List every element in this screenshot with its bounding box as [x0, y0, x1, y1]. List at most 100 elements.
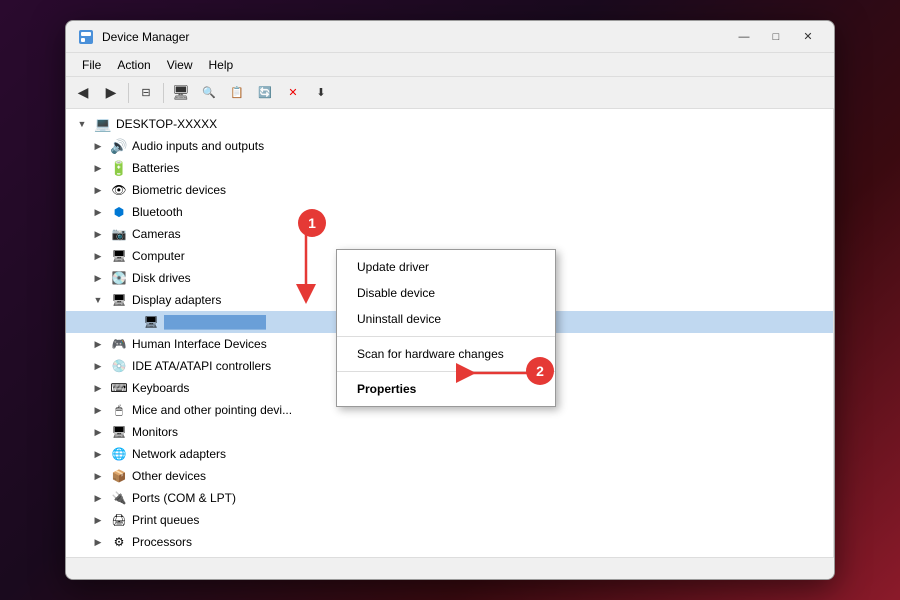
mice-expand-icon: ▶ [90, 402, 106, 418]
disk-label: Disk drives [132, 271, 191, 285]
maximize-button[interactable]: □ [762, 27, 790, 47]
other-icon: 📦 [110, 467, 128, 485]
display-label: Display adapters [132, 293, 221, 307]
processors-icon: ⚙ [110, 533, 128, 551]
tree-root[interactable]: ▼ 💻 DESKTOP-XXXXX [66, 113, 833, 135]
print-icon: 🖨 [110, 511, 128, 529]
security-expand-icon: ▶ [90, 556, 106, 557]
display-child-label: ████████████ [164, 315, 266, 329]
display-icon: 🖥 [110, 291, 128, 309]
ports-label: Ports (COM & LPT) [132, 491, 236, 505]
mice-label: Mice and other pointing devi... [132, 403, 292, 417]
audio-icon: 🔊 [110, 137, 128, 155]
bluetooth-label: Bluetooth [132, 205, 183, 219]
tree-item-print[interactable]: ▶ 🖨 Print queues [66, 509, 833, 531]
biometric-icon: 👁 [110, 181, 128, 199]
tree-item-bluetooth[interactable]: ▶ ⬢ Bluetooth [66, 201, 833, 223]
computer-label: Computer [132, 249, 185, 263]
toolbar-separator-2 [163, 83, 164, 103]
ctx-properties[interactable]: Properties [337, 376, 555, 402]
network-label: Network adapters [132, 447, 226, 461]
device-tree[interactable]: ▼ 💻 DESKTOP-XXXXX ▶ 🔊 Audio inputs and o… [66, 109, 834, 557]
network-expand-icon: ▶ [90, 446, 106, 462]
display-expand-icon: ▼ [90, 292, 106, 308]
ctx-uninstall-device[interactable]: Uninstall device [337, 306, 555, 332]
mice-icon: 🖱 [110, 401, 128, 419]
annotation-2: 2 [526, 357, 554, 385]
status-bar [66, 557, 834, 579]
window-controls: — □ ✕ [730, 27, 822, 47]
processors-label: Processors [132, 535, 192, 549]
keyboards-label: Keyboards [132, 381, 189, 395]
menu-file[interactable]: File [74, 56, 109, 74]
biometric-expand-icon: ▶ [90, 182, 106, 198]
bluetooth-icon: ⬢ [110, 203, 128, 221]
computer-expand-icon: ▶ [90, 248, 106, 264]
cameras-label: Cameras [132, 227, 181, 241]
audio-label: Audio inputs and outputs [132, 139, 264, 153]
window-title: Device Manager [102, 30, 730, 44]
tree-item-monitors[interactable]: ▶ 🖥 Monitors [66, 421, 833, 443]
root-label: DESKTOP-XXXXX [116, 117, 217, 131]
keyboards-expand-icon: ▶ [90, 380, 106, 396]
window-icon [78, 29, 94, 45]
ide-expand-icon: ▶ [90, 358, 106, 374]
cameras-icon: 📷 [110, 225, 128, 243]
tree-item-batteries[interactable]: ▶ 🔋 Batteries [66, 157, 833, 179]
ports-expand-icon: ▶ [90, 490, 106, 506]
print-expand-icon: ▶ [90, 512, 106, 528]
batteries-expand-icon: ▶ [90, 160, 106, 176]
toolbar-separator-1 [128, 83, 129, 103]
tree-item-cameras[interactable]: ▶ 📷 Cameras [66, 223, 833, 245]
menu-help[interactable]: Help [201, 56, 242, 74]
menu-bar: File Action View Help [66, 53, 834, 77]
computer-icon: 💻 [94, 115, 112, 133]
disk-expand-icon: ▶ [90, 270, 106, 286]
disk-icon: 💽 [110, 269, 128, 287]
forward-button[interactable]: ▶ [98, 81, 124, 105]
other-expand-icon: ▶ [90, 468, 106, 484]
context-menu: Update driver Disable device Uninstall d… [336, 249, 556, 407]
properties-button[interactable]: 📋 [224, 81, 250, 105]
tree-item-security[interactable]: ▶ 🔒 SecurityDevices [66, 553, 833, 557]
collapse-button[interactable]: ⊟ [133, 81, 159, 105]
audio-expand-icon: ▶ [90, 138, 106, 154]
ctx-update-driver[interactable]: Update driver [337, 254, 555, 280]
ide-icon: 💿 [110, 357, 128, 375]
display-monitor-button[interactable]: 🖥 [168, 81, 194, 105]
monitors-icon: 🖥 [110, 423, 128, 441]
update-driver-button[interactable]: 🔄 [252, 81, 278, 105]
print-label: Print queues [132, 513, 199, 527]
ctx-separator-1 [337, 336, 555, 337]
batteries-label: Batteries [132, 161, 179, 175]
close-button[interactable]: ✕ [794, 27, 822, 47]
ctx-disable-device[interactable]: Disable device [337, 280, 555, 306]
tree-item-network[interactable]: ▶ 🌐 Network adapters [66, 443, 833, 465]
annotation-1: 1 [298, 209, 326, 237]
tree-item-biometric[interactable]: ▶ 👁 Biometric devices [66, 179, 833, 201]
uninstall-button[interactable]: ⬇ [308, 81, 334, 105]
root-expand-icon: ▼ [74, 116, 90, 132]
cameras-expand-icon: ▶ [90, 226, 106, 242]
tree-item-processors[interactable]: ▶ ⚙ Processors [66, 531, 833, 553]
back-button[interactable]: ◀ [70, 81, 96, 105]
ide-label: IDE ATA/ATAPI controllers [132, 359, 271, 373]
tree-item-audio[interactable]: ▶ 🔊 Audio inputs and outputs [66, 135, 833, 157]
network-icon: 🌐 [110, 445, 128, 463]
menu-action[interactable]: Action [109, 56, 158, 74]
bluetooth-expand-icon: ▶ [90, 204, 106, 220]
tree-item-ports[interactable]: ▶ 🔌 Ports (COM & LPT) [66, 487, 833, 509]
menu-view[interactable]: View [159, 56, 201, 74]
ctx-scan-hardware[interactable]: Scan for hardware changes [337, 341, 555, 367]
monitors-expand-icon: ▶ [90, 424, 106, 440]
display-child-icon: 🖥 [142, 313, 160, 331]
display-child-expand-icon [122, 314, 138, 330]
tree-item-other[interactable]: ▶ 📦 Other devices [66, 465, 833, 487]
minimize-button[interactable]: — [730, 27, 758, 47]
title-bar: Device Manager — □ ✕ [66, 21, 834, 53]
other-label: Other devices [132, 469, 206, 483]
scan-button[interactable]: 🔍 [196, 81, 222, 105]
ctx-separator-2 [337, 371, 555, 372]
hid-expand-icon: ▶ [90, 336, 106, 352]
disable-button[interactable]: ✕ [280, 81, 306, 105]
